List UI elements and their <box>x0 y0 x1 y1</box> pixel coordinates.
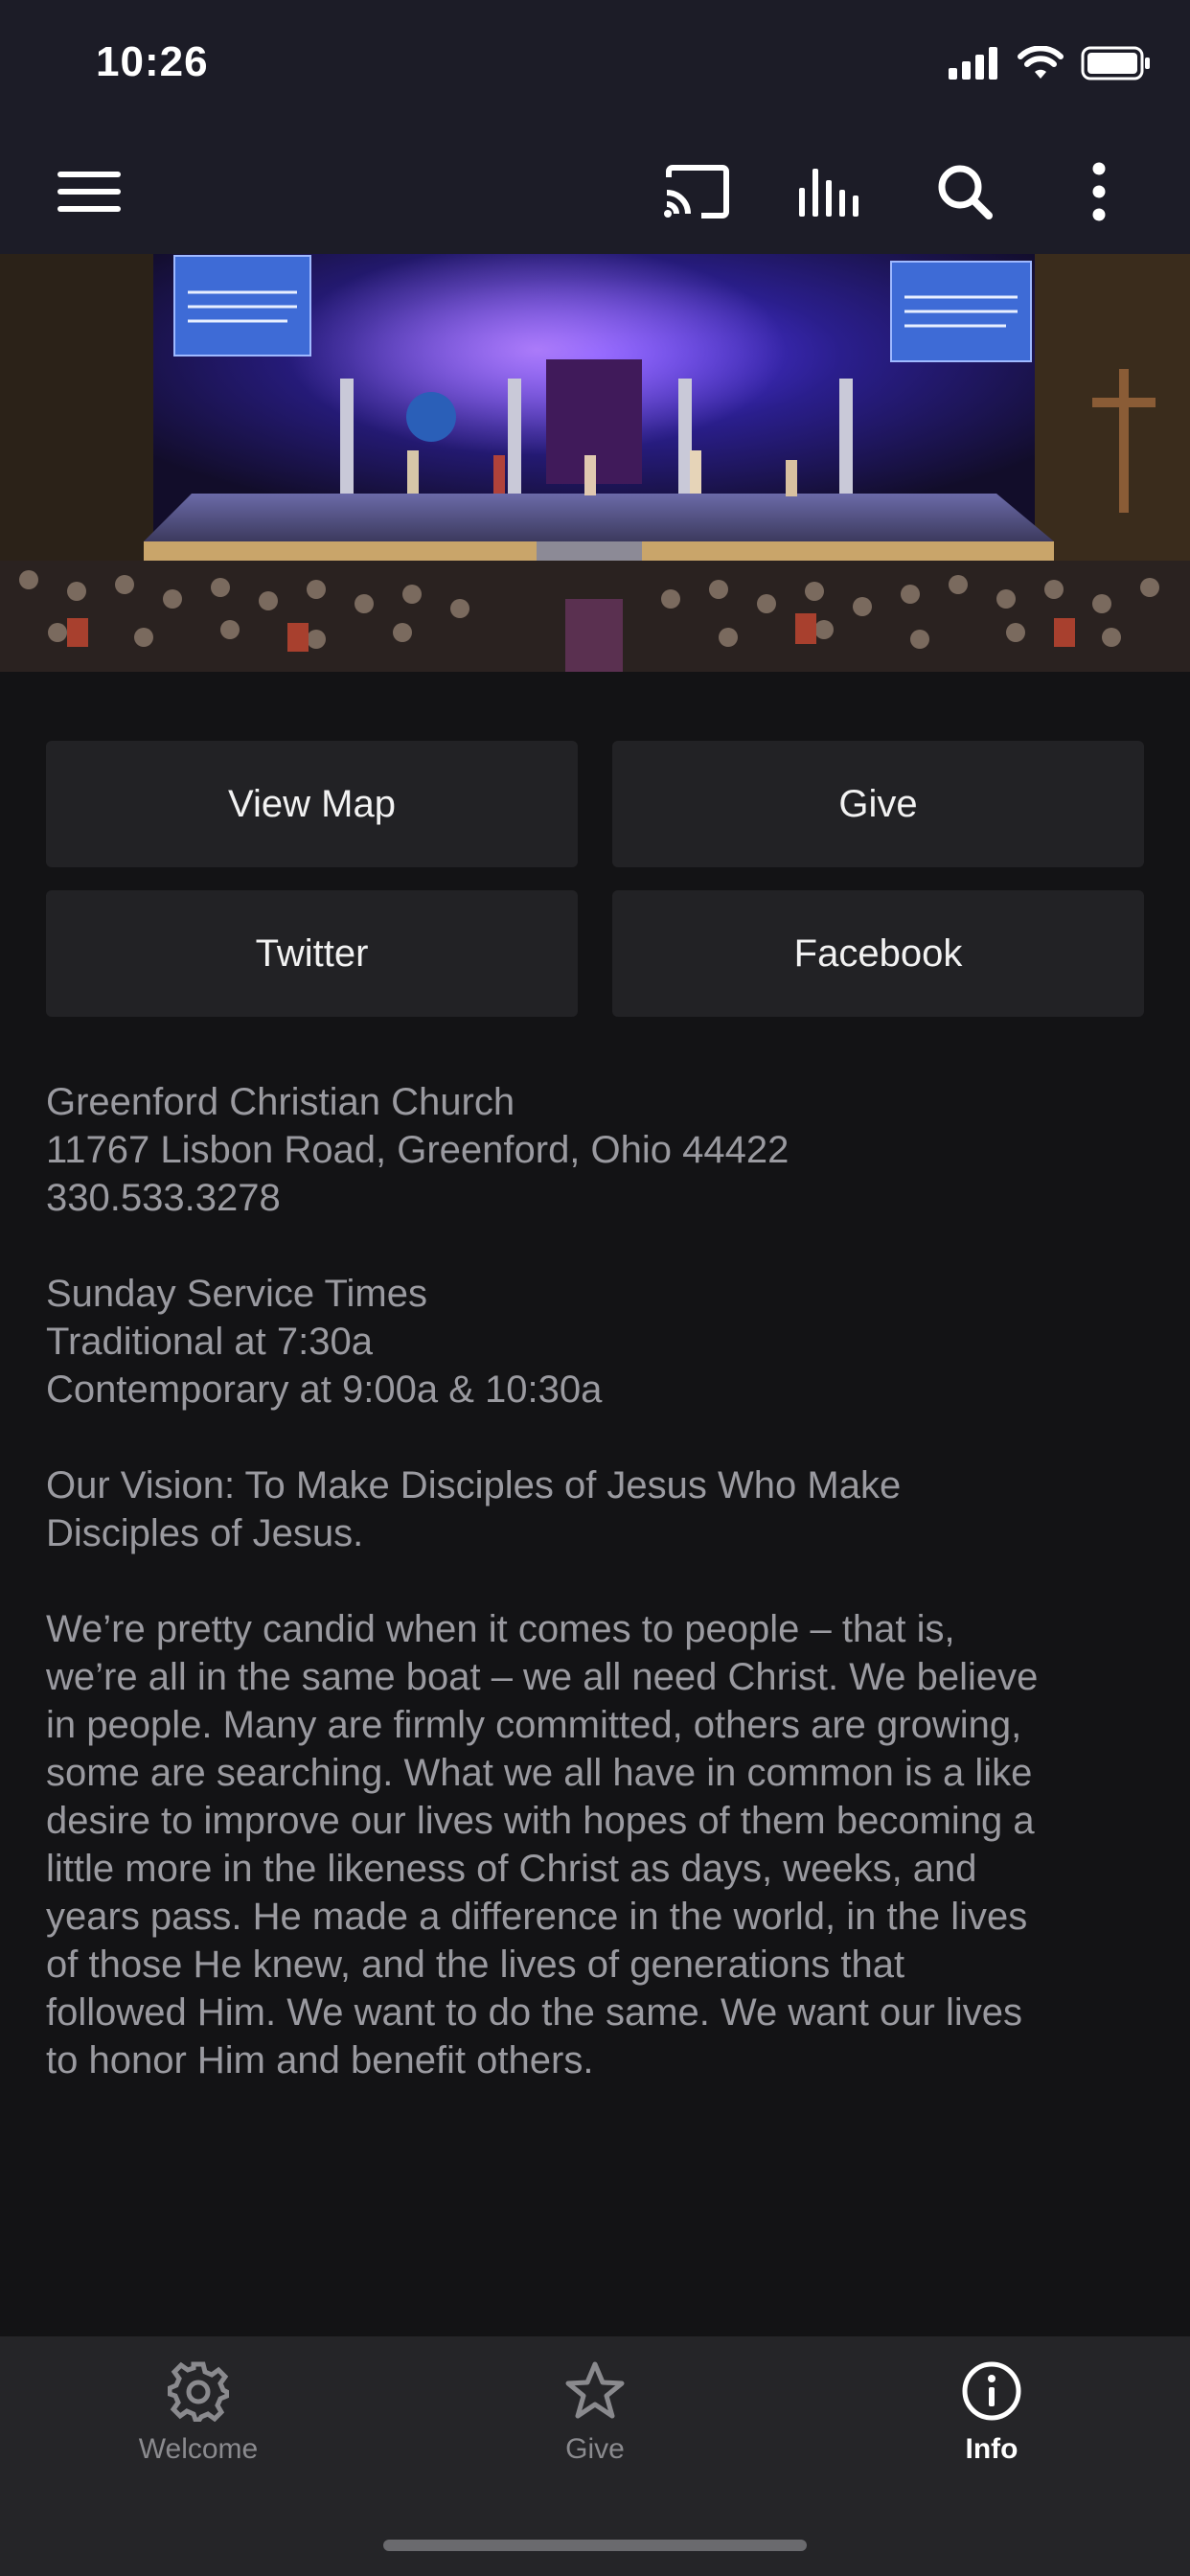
sanctuary-illustration <box>0 254 1190 672</box>
tab-label-welcome: Welcome <box>138 2433 259 2465</box>
about-line: followed Him. We want to do the same. We… <box>46 1991 1022 2034</box>
more-vert-icon <box>1092 162 1106 221</box>
info-icon <box>962 2361 1021 2421</box>
service-times-block: Sunday Service Times Traditional at 7:30… <box>46 1270 1148 1414</box>
about-line: in people. Many are firmly committed, ot… <box>46 1704 1022 1746</box>
vision-line: Disciples of Jesus. <box>46 1512 364 1554</box>
star-icon <box>565 2361 625 2419</box>
gear-icon <box>168 2361 229 2422</box>
cast-icon <box>664 165 729 218</box>
audio-button[interactable] <box>797 158 864 225</box>
service-time-contemporary: Contemporary at 9:00a & 10:30a <box>46 1368 603 1411</box>
signal-icon <box>949 47 997 80</box>
search-button[interactable] <box>931 158 998 225</box>
tab-welcome[interactable]: Welcome <box>0 2336 397 2480</box>
bottom-tab-bar: Welcome Give Info <box>0 2336 1190 2576</box>
action-buttons: View Map Give Twitter Facebook <box>46 741 1144 1017</box>
tab-info[interactable]: Info <box>793 2336 1190 2480</box>
vision-block: Our Vision: To Make Disciples of Jesus W… <box>46 1461 1148 1557</box>
status-icons <box>949 46 1152 80</box>
about-line: some are searching. What we all have in … <box>46 1752 1033 1794</box>
view-map-button[interactable]: View Map <box>46 741 578 867</box>
church-name: Greenford Christian Church <box>46 1081 515 1123</box>
facebook-button[interactable]: Facebook <box>612 890 1144 1017</box>
equalizer-icon <box>799 169 858 217</box>
battery-icon <box>1081 46 1150 80</box>
church-address: 11767 Lisbon Road, Greenford, Ohio 44422 <box>46 1129 790 1171</box>
about-block: We’re pretty candid when it comes to peo… <box>46 1605 1148 2084</box>
search-icon <box>938 165 993 219</box>
home-indicator[interactable] <box>383 2540 807 2551</box>
about-line: desire to improve our lives with hopes o… <box>46 1800 1035 1842</box>
twitter-button[interactable]: Twitter <box>46 890 578 1017</box>
hero-image <box>0 254 1190 672</box>
service-time-traditional: Traditional at 7:30a <box>46 1321 373 1363</box>
address-block: Greenford Christian Church 11767 Lisbon … <box>46 1078 1148 1222</box>
about-line: We’re pretty candid when it comes to peo… <box>46 1608 955 1650</box>
info-content: Greenford Christian Church 11767 Lisbon … <box>46 1078 1148 2132</box>
toolbar-actions <box>663 158 1133 225</box>
tab-label-info: Info <box>965 2433 1018 2465</box>
app-bar <box>0 129 1190 254</box>
vision-line: Our Vision: To Make Disciples of Jesus W… <box>46 1464 902 1506</box>
menu-button[interactable] <box>57 168 121 216</box>
give-button[interactable]: Give <box>612 741 1144 867</box>
status-time: 10:26 <box>96 38 209 85</box>
about-line: of those He knew, and the lives of gener… <box>46 1944 905 1986</box>
status-bar: 10:26 <box>0 0 1190 129</box>
tab-give[interactable]: Give <box>397 2336 793 2480</box>
wifi-icon <box>1018 46 1064 79</box>
church-phone: 330.533.3278 <box>46 1177 281 1219</box>
more-button[interactable] <box>1065 158 1133 225</box>
tab-label-give: Give <box>565 2433 625 2465</box>
about-line: to honor Him and benefit others. <box>46 2039 594 2082</box>
service-times-heading: Sunday Service Times <box>46 1273 427 1315</box>
about-line: little more in the likeness of Christ as… <box>46 1848 977 1890</box>
menu-icon <box>57 172 121 212</box>
about-line: years pass. He made a difference in the … <box>46 1896 1028 1938</box>
about-line: we’re all in the same boat – we all need… <box>46 1656 1039 1698</box>
cast-button[interactable] <box>663 158 730 225</box>
